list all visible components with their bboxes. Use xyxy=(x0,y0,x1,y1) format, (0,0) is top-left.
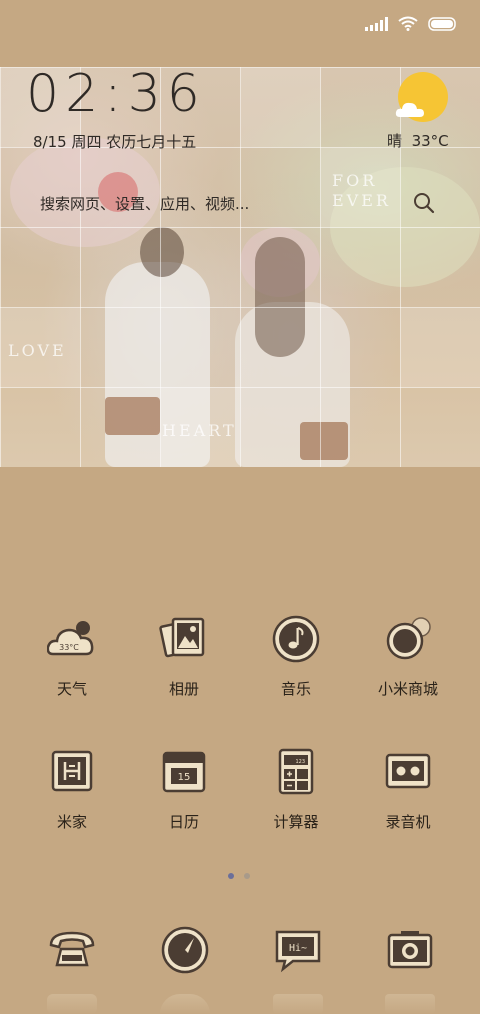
app-mi-store[interactable]: 小米商城 xyxy=(352,614,464,699)
search-bar[interactable]: 搜索网页、设置、应用、视频... xyxy=(30,185,450,221)
dock-browser[interactable] xyxy=(160,925,210,975)
mi-store-icon xyxy=(383,614,433,664)
decor-heart: HEART xyxy=(162,421,237,440)
calculator-icon-badge: 123 xyxy=(295,759,305,765)
app-label: 音乐 xyxy=(280,680,311,698)
messages-icon: Hi~ xyxy=(275,930,321,973)
weather-icon: 33°C xyxy=(46,614,97,664)
browser-icon xyxy=(161,926,209,974)
status-bar xyxy=(0,0,480,50)
app-music[interactable]: 音乐 xyxy=(240,614,352,699)
weather-icon-badge: 33°C xyxy=(59,643,79,652)
search-icon[interactable] xyxy=(413,192,435,214)
battery-icon xyxy=(428,16,456,31)
dock-reflection xyxy=(385,994,435,1014)
phone-icon xyxy=(49,931,95,967)
calculator-icon: 123 xyxy=(271,747,321,797)
app-label: 计算器 xyxy=(273,813,319,831)
cloud-icon xyxy=(395,102,424,117)
page-dot-active[interactable] xyxy=(228,873,234,879)
messages-icon-badge: Hi~ xyxy=(289,943,307,954)
date-lunar[interactable]: 8/15 周四 农历七月十五 xyxy=(33,131,196,152)
app-label: 小米商城 xyxy=(377,680,438,698)
dock-reflection xyxy=(47,994,97,1014)
page-dot[interactable] xyxy=(244,873,250,879)
calendar-icon-badge: 15 xyxy=(178,772,191,783)
mijia-icon xyxy=(47,747,97,797)
app-gallery[interactable]: 相册 xyxy=(128,614,240,699)
app-label: 相册 xyxy=(168,680,199,698)
clock-time[interactable]: 02:36 xyxy=(26,64,206,124)
app-calculator[interactable]: 123 计算器 xyxy=(240,747,352,832)
decor-love: LOVE xyxy=(8,341,67,360)
app-weather[interactable]: 33°C 天气 xyxy=(16,614,128,699)
search-input[interactable]: 搜索网页、设置、应用、视频... xyxy=(40,193,450,214)
app-label: 录音机 xyxy=(385,813,431,831)
app-calendar[interactable]: 15 日历 xyxy=(128,747,240,832)
dock-messages[interactable]: Hi~ xyxy=(273,925,323,975)
app-label: 天气 xyxy=(56,680,87,698)
signal-icon xyxy=(365,16,388,31)
weather-info[interactable]: 晴 33°C xyxy=(387,130,449,151)
app-recorder[interactable]: 录音机 xyxy=(352,747,464,832)
page-indicator[interactable] xyxy=(228,873,250,879)
app-label: 日历 xyxy=(168,813,199,831)
photo-grid xyxy=(0,67,480,467)
dock-reflection xyxy=(160,994,210,1014)
music-icon xyxy=(271,614,321,664)
photo-widget[interactable]: FOR EVER LOVE HEART xyxy=(0,67,480,467)
app-label: 米家 xyxy=(56,813,87,831)
camera-icon xyxy=(387,931,433,969)
app-mijia[interactable]: 米家 xyxy=(16,747,128,832)
calendar-icon: 15 xyxy=(159,747,209,797)
recorder-icon xyxy=(383,747,433,797)
dock-reflection xyxy=(273,994,323,1014)
dock-camera[interactable] xyxy=(385,925,435,975)
weather-temperature: 33°C xyxy=(411,132,449,150)
dock-phone[interactable] xyxy=(47,925,97,975)
gallery-icon xyxy=(159,614,209,664)
weather-condition: 晴 xyxy=(387,132,403,150)
wifi-icon xyxy=(398,16,418,31)
